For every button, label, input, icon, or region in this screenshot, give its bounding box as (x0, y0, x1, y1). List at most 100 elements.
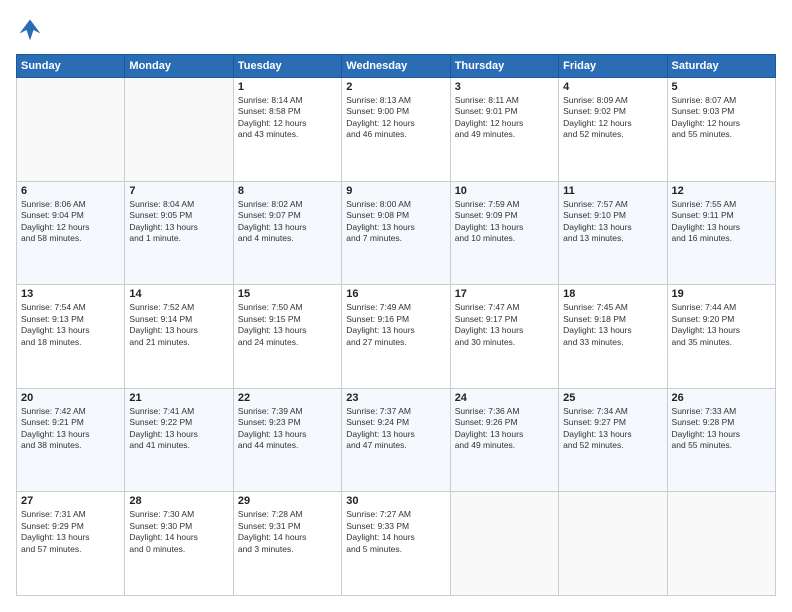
day-info: Sunrise: 7:39 AM Sunset: 9:23 PM Dayligh… (238, 406, 337, 452)
calendar-cell: 27 Sunrise: 7:31 AM Sunset: 9:29 PM Dayli… (17, 492, 125, 596)
day-number: 5 (672, 81, 771, 93)
calendar-cell: 11 Sunrise: 7:57 AM Sunset: 9:10 PM Dayli… (559, 181, 667, 285)
day-info: Sunrise: 8:11 AM Sunset: 9:01 PM Dayligh… (455, 95, 554, 141)
weekday-header: Friday (559, 55, 667, 78)
day-info: Sunrise: 7:49 AM Sunset: 9:16 PM Dayligh… (346, 302, 445, 348)
day-number: 15 (238, 288, 337, 300)
day-info: Sunrise: 8:04 AM Sunset: 9:05 PM Dayligh… (129, 199, 228, 245)
day-number: 11 (563, 185, 662, 197)
day-number: 16 (346, 288, 445, 300)
day-number: 21 (129, 392, 228, 404)
day-number: 1 (238, 81, 337, 93)
day-number: 26 (672, 392, 771, 404)
day-number: 18 (563, 288, 662, 300)
weekday-header: Monday (125, 55, 233, 78)
calendar-cell: 16 Sunrise: 7:49 AM Sunset: 9:16 PM Dayli… (342, 285, 450, 389)
calendar-week-row: 13 Sunrise: 7:54 AM Sunset: 9:13 PM Dayli… (17, 285, 776, 389)
day-info: Sunrise: 7:36 AM Sunset: 9:26 PM Dayligh… (455, 406, 554, 452)
calendar-cell: 15 Sunrise: 7:50 AM Sunset: 9:15 PM Dayli… (233, 285, 341, 389)
day-info: Sunrise: 7:31 AM Sunset: 9:29 PM Dayligh… (21, 509, 120, 555)
day-info: Sunrise: 8:00 AM Sunset: 9:08 PM Dayligh… (346, 199, 445, 245)
day-number: 20 (21, 392, 120, 404)
calendar-cell: 29 Sunrise: 7:28 AM Sunset: 9:31 PM Dayli… (233, 492, 341, 596)
weekday-header: Sunday (17, 55, 125, 78)
day-number: 28 (129, 495, 228, 507)
calendar-cell (559, 492, 667, 596)
day-number: 23 (346, 392, 445, 404)
day-info: Sunrise: 7:33 AM Sunset: 9:28 PM Dayligh… (672, 406, 771, 452)
day-info: Sunrise: 7:42 AM Sunset: 9:21 PM Dayligh… (21, 406, 120, 452)
day-number: 6 (21, 185, 120, 197)
day-info: Sunrise: 7:50 AM Sunset: 9:15 PM Dayligh… (238, 302, 337, 348)
day-info: Sunrise: 8:02 AM Sunset: 9:07 PM Dayligh… (238, 199, 337, 245)
calendar-cell: 23 Sunrise: 7:37 AM Sunset: 9:24 PM Dayli… (342, 388, 450, 492)
day-info: Sunrise: 8:09 AM Sunset: 9:02 PM Dayligh… (563, 95, 662, 141)
day-number: 9 (346, 185, 445, 197)
day-info: Sunrise: 7:57 AM Sunset: 9:10 PM Dayligh… (563, 199, 662, 245)
calendar-cell: 13 Sunrise: 7:54 AM Sunset: 9:13 PM Dayli… (17, 285, 125, 389)
calendar-cell: 17 Sunrise: 7:47 AM Sunset: 9:17 PM Dayli… (450, 285, 558, 389)
weekday-header: Saturday (667, 55, 775, 78)
calendar-cell: 4 Sunrise: 8:09 AM Sunset: 9:02 PM Daylig… (559, 78, 667, 182)
calendar-cell: 20 Sunrise: 7:42 AM Sunset: 9:21 PM Dayli… (17, 388, 125, 492)
day-info: Sunrise: 7:37 AM Sunset: 9:24 PM Dayligh… (346, 406, 445, 452)
calendar-cell: 12 Sunrise: 7:55 AM Sunset: 9:11 PM Dayli… (667, 181, 775, 285)
page: SundayMondayTuesdayWednesdayThursdayFrid… (0, 0, 792, 612)
day-info: Sunrise: 7:55 AM Sunset: 9:11 PM Dayligh… (672, 199, 771, 245)
calendar-cell: 25 Sunrise: 7:34 AM Sunset: 9:27 PM Dayli… (559, 388, 667, 492)
calendar-cell: 10 Sunrise: 7:59 AM Sunset: 9:09 PM Dayli… (450, 181, 558, 285)
day-info: Sunrise: 7:30 AM Sunset: 9:30 PM Dayligh… (129, 509, 228, 555)
day-info: Sunrise: 7:27 AM Sunset: 9:33 PM Dayligh… (346, 509, 445, 555)
calendar-table: SundayMondayTuesdayWednesdayThursdayFrid… (16, 54, 776, 596)
day-number: 25 (563, 392, 662, 404)
day-info: Sunrise: 7:59 AM Sunset: 9:09 PM Dayligh… (455, 199, 554, 245)
day-number: 2 (346, 81, 445, 93)
day-number: 27 (21, 495, 120, 507)
day-info: Sunrise: 7:34 AM Sunset: 9:27 PM Dayligh… (563, 406, 662, 452)
calendar-week-row: 20 Sunrise: 7:42 AM Sunset: 9:21 PM Dayli… (17, 388, 776, 492)
calendar-week-row: 6Sunrise: 8:06 AM Sunset: 9:04 PM Daylig… (17, 181, 776, 285)
day-number: 13 (21, 288, 120, 300)
day-number: 29 (238, 495, 337, 507)
day-number: 3 (455, 81, 554, 93)
day-number: 4 (563, 81, 662, 93)
calendar-cell: 24 Sunrise: 7:36 AM Sunset: 9:26 PM Dayli… (450, 388, 558, 492)
calendar-cell: 26 Sunrise: 7:33 AM Sunset: 9:28 PM Dayli… (667, 388, 775, 492)
calendar-header-row: SundayMondayTuesdayWednesdayThursdayFrid… (17, 55, 776, 78)
day-number: 17 (455, 288, 554, 300)
logo-icon (16, 16, 44, 44)
day-info: Sunrise: 7:28 AM Sunset: 9:31 PM Dayligh… (238, 509, 337, 555)
day-info: Sunrise: 7:54 AM Sunset: 9:13 PM Dayligh… (21, 302, 120, 348)
day-info: Sunrise: 7:47 AM Sunset: 9:17 PM Dayligh… (455, 302, 554, 348)
day-info: Sunrise: 8:13 AM Sunset: 9:00 PM Dayligh… (346, 95, 445, 141)
logo (16, 16, 48, 44)
calendar-cell: 22 Sunrise: 7:39 AM Sunset: 9:23 PM Dayli… (233, 388, 341, 492)
calendar-cell: 6Sunrise: 8:06 AM Sunset: 9:04 PM Daylig… (17, 181, 125, 285)
calendar-cell: 7 Sunrise: 8:04 AM Sunset: 9:05 PM Daylig… (125, 181, 233, 285)
calendar-week-row: 1Sunrise: 8:14 AM Sunset: 8:58 PM Daylig… (17, 78, 776, 182)
calendar-cell (450, 492, 558, 596)
calendar-cell: 30Sunrise: 7:27 AM Sunset: 9:33 PM Dayli… (342, 492, 450, 596)
day-number: 7 (129, 185, 228, 197)
day-info: Sunrise: 7:45 AM Sunset: 9:18 PM Dayligh… (563, 302, 662, 348)
day-number: 22 (238, 392, 337, 404)
calendar-cell: 5 Sunrise: 8:07 AM Sunset: 9:03 PM Daylig… (667, 78, 775, 182)
weekday-header: Thursday (450, 55, 558, 78)
calendar-cell: 21Sunrise: 7:41 AM Sunset: 9:22 PM Dayli… (125, 388, 233, 492)
calendar-cell: 14Sunrise: 7:52 AM Sunset: 9:14 PM Dayli… (125, 285, 233, 389)
day-number: 24 (455, 392, 554, 404)
calendar-cell: 28 Sunrise: 7:30 AM Sunset: 9:30 PM Dayli… (125, 492, 233, 596)
calendar-cell: 19Sunrise: 7:44 AM Sunset: 9:20 PM Dayli… (667, 285, 775, 389)
calendar-cell: 8 Sunrise: 8:02 AM Sunset: 9:07 PM Daylig… (233, 181, 341, 285)
day-number: 8 (238, 185, 337, 197)
weekday-header: Tuesday (233, 55, 341, 78)
header (16, 16, 776, 44)
day-number: 10 (455, 185, 554, 197)
day-number: 12 (672, 185, 771, 197)
day-info: Sunrise: 8:07 AM Sunset: 9:03 PM Dayligh… (672, 95, 771, 141)
calendar-cell (17, 78, 125, 182)
weekday-header: Wednesday (342, 55, 450, 78)
calendar-cell (125, 78, 233, 182)
calendar-cell (667, 492, 775, 596)
calendar-cell: 2 Sunrise: 8:13 AM Sunset: 9:00 PM Daylig… (342, 78, 450, 182)
